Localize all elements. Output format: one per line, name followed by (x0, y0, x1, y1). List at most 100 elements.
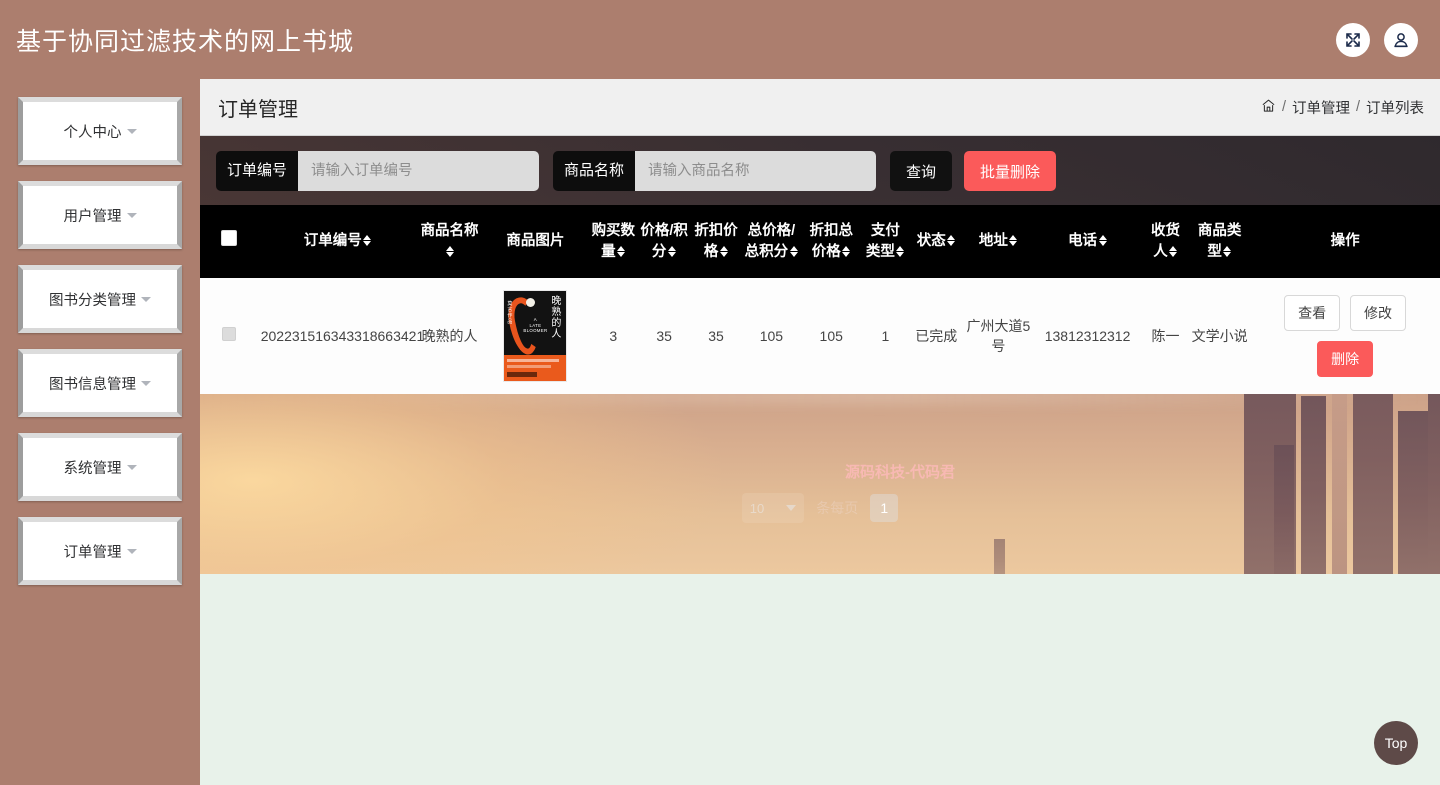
fullscreen-button[interactable] (1336, 22, 1370, 57)
column-header-phone[interactable]: 电话 (1033, 205, 1142, 279)
column-header-discount-price[interactable]: 折扣价格 (690, 205, 743, 279)
chevron-down-icon (141, 380, 151, 386)
sidebar-item-book-info-management[interactable]: 图书信息管理 (18, 349, 182, 417)
search-toolbar: 订单编号 商品名称 查询 批量删除 (200, 136, 1440, 205)
sort-icon[interactable] (1009, 235, 1018, 247)
chevron-down-icon (126, 128, 137, 134)
column-label: 商品类型 (1197, 223, 1242, 260)
book-cover-image: 莫言作品 晚熟的人 A LATE BLOOMER (503, 290, 568, 383)
page-size-suffix: 条每页 (816, 500, 859, 516)
column-label: 购买数量 (591, 223, 636, 260)
cell-phone: 13812312312 (1044, 328, 1131, 344)
column-label: 订单编号 (303, 233, 362, 250)
sort-icon[interactable] (1169, 245, 1178, 257)
column-header-pay-type[interactable]: 支付类型 (861, 205, 910, 279)
edit-button[interactable]: 修改 (1350, 294, 1407, 332)
cell-receiver: 陈一 (1151, 328, 1180, 344)
breadcrumb-separator: / (1355, 99, 1360, 115)
sidebar-item-system-management[interactable]: 系统管理 (18, 433, 182, 501)
chevron-down-icon (126, 464, 137, 470)
cell-product-type: 文学小说 (1191, 328, 1248, 344)
column-header-product-image: 商品图片 (482, 205, 589, 279)
cell-discount-total: 105 (819, 328, 843, 344)
fullscreen-icon (1344, 31, 1362, 49)
sort-icon[interactable] (363, 235, 372, 247)
header-actions (1336, 0, 1418, 79)
column-header-total-price[interactable]: 总价格/总积分 (742, 205, 801, 279)
breadcrumb: / 订单管理 / 订单列表 (1261, 97, 1424, 118)
column-label: 支付类型 (865, 223, 900, 260)
breadcrumb-item-order-list: 订单列表 (1366, 100, 1424, 117)
back-to-top-button[interactable]: Top (1374, 721, 1418, 765)
sidebar-item-book-category-management[interactable]: 图书分类管理 (18, 265, 182, 333)
row-checkbox[interactable] (222, 327, 237, 341)
cell-status: 已完成 (915, 328, 958, 344)
delete-button[interactable]: 删除 (1317, 341, 1374, 378)
sidebar-item-personal-center[interactable]: 个人中心 (18, 97, 182, 165)
pagination: 10 条每页 1 (200, 485, 1440, 531)
select-all-header (200, 205, 259, 279)
orders-table: 订单编号 商品名称 商品图片 购买数量 价格/积分 折扣价格 总价格/总积分 折… (200, 205, 1440, 395)
column-label: 总价格/总积分 (744, 223, 796, 260)
breadcrumb-item-order-management[interactable]: 订单管理 (1292, 97, 1350, 118)
page-size-value: 10 (749, 500, 765, 516)
sort-icon[interactable] (842, 245, 851, 257)
sort-icon[interactable] (947, 235, 956, 247)
column-header-product-type[interactable]: 商品类型 (1189, 205, 1251, 279)
sidebar-item-order-management[interactable]: 订单管理 (18, 517, 182, 585)
user-button[interactable] (1384, 22, 1418, 57)
column-header-price[interactable]: 价格/积分 (638, 205, 691, 279)
column-label: 商品名称 (420, 223, 479, 239)
column-header-quantity[interactable]: 购买数量 (588, 205, 639, 279)
sidebar-item-label: 图书信息管理 (49, 376, 136, 393)
sidebar: 个人中心 用户管理 图书分类管理 图书信息管理 系统管理 订单管理 (0, 79, 200, 785)
column-label: 价格/积分 (640, 223, 688, 260)
sort-icon[interactable] (667, 245, 676, 257)
column-header-address[interactable]: 地址 (963, 205, 1034, 279)
sort-icon[interactable] (719, 245, 728, 257)
sort-icon[interactable] (446, 245, 455, 257)
select-all-checkbox[interactable] (221, 230, 238, 247)
page-title: 基于协同过滤技术的网上书城 (16, 27, 355, 56)
chevron-down-icon (141, 296, 151, 302)
column-header-order-no[interactable]: 订单编号 (258, 205, 417, 279)
cell-pay-type: 1 (881, 328, 890, 344)
page-number-1[interactable]: 1 (870, 494, 899, 522)
orders-table-container: 订单编号 商品名称 商品图片 购买数量 价格/积分 折扣价格 总价格/总积分 折… (200, 205, 1440, 481)
sort-icon[interactable] (1098, 235, 1107, 247)
page-size-select[interactable]: 10 (741, 493, 805, 523)
table-row: 202231516343318663421 晚熟的人 莫言作品 晚熟的人 A LA… (200, 278, 1440, 395)
app-root: 基于协同过滤技术的网上书城 个人中心 用户管理 图书分类管理 图书信息管理 系统… (0, 0, 1440, 785)
sort-icon[interactable] (896, 245, 905, 257)
user-icon (1392, 31, 1410, 49)
order-no-field-group: 订单编号 (216, 151, 540, 191)
order-no-input[interactable] (298, 151, 540, 191)
sort-icon[interactable] (789, 245, 798, 257)
product-name-field-group: 商品名称 (553, 151, 877, 191)
cell-product-image: 莫言作品 晚熟的人 A LATE BLOOMER (482, 278, 588, 394)
sort-icon[interactable] (617, 245, 626, 257)
home-icon[interactable] (1261, 98, 1276, 117)
sidebar-item-label: 个人中心 (63, 124, 122, 141)
column-header-discount-total[interactable]: 折扣总价格 (800, 205, 862, 279)
row-select-cell (200, 278, 259, 394)
query-button[interactable]: 查询 (890, 151, 953, 191)
table-header-row: 订单编号 商品名称 商品图片 购买数量 价格/积分 折扣价格 总价格/总积分 折… (200, 205, 1440, 279)
breadcrumb-separator: / (1281, 99, 1286, 115)
content-page-title: 订单管理 (218, 98, 298, 121)
column-header-product-name[interactable]: 商品名称 (416, 205, 483, 279)
batch-delete-button[interactable]: 批量删除 (964, 151, 1057, 191)
cell-total-price: 105 (759, 328, 784, 344)
sidebar-item-user-management[interactable]: 用户管理 (18, 181, 182, 249)
page-title-bar: 订单管理 / 订单管理 / 订单列表 (200, 79, 1440, 136)
cell-product-name: 晚熟的人 (421, 328, 478, 344)
cell-address: 广州大道5号 (966, 317, 1031, 355)
sort-icon[interactable] (1223, 245, 1232, 257)
view-button[interactable]: 查看 (1284, 294, 1341, 332)
sidebar-item-label: 订单管理 (63, 544, 122, 561)
column-header-status[interactable]: 状态 (909, 205, 964, 279)
product-name-input[interactable] (635, 151, 877, 191)
cell-discount-price: 35 (708, 328, 724, 344)
column-header-receiver[interactable]: 收货人 (1141, 205, 1190, 279)
chevron-down-icon (786, 505, 797, 511)
